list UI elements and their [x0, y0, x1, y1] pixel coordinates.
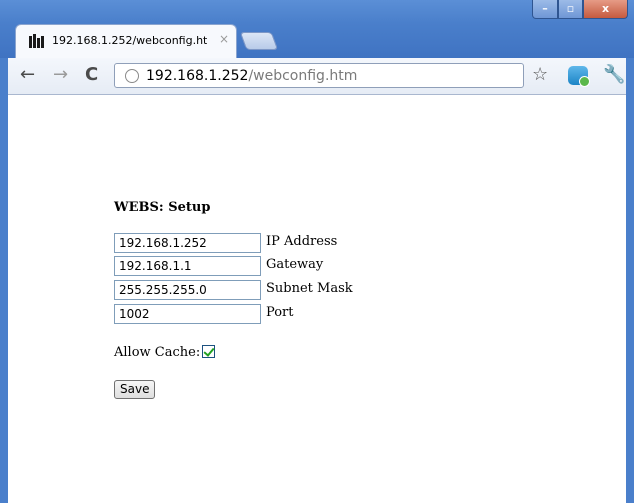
- gateway-input[interactable]: 192.168.1.1: [114, 256, 261, 276]
- address-bar[interactable]: 192.168.1.252/webconfig.htm: [114, 63, 524, 88]
- close-icon: x: [601, 2, 610, 15]
- wrench-menu-icon[interactable]: 🔧: [603, 64, 625, 85]
- minimize-icon: –: [542, 2, 548, 15]
- url-path: /webconfig.htm: [248, 68, 358, 84]
- minimize-button[interactable]: –: [532, 0, 558, 19]
- save-button[interactable]: Save: [114, 380, 156, 399]
- back-icon[interactable]: ←: [20, 64, 35, 86]
- ip-address-label: IP Address: [266, 234, 338, 249]
- browser-tab-active[interactable]: 192.168.1.252/webconfig.htm ×: [15, 24, 237, 58]
- tab-close-icon[interactable]: ×: [219, 32, 229, 46]
- gateway-label: Gateway: [266, 257, 324, 272]
- window-frame-right: [626, 58, 634, 503]
- subnet-mask-input[interactable]: 255.255.255.0: [114, 280, 261, 300]
- allow-cache-checkbox[interactable]: [202, 345, 215, 358]
- tab-title: 192.168.1.252/webconfig.htm: [52, 34, 207, 47]
- ip-address-input[interactable]: 192.168.1.252: [114, 233, 261, 253]
- forward-icon[interactable]: →: [53, 64, 68, 86]
- reload-icon[interactable]: C: [85, 64, 98, 86]
- port-label: Port: [266, 305, 294, 320]
- maximize-button[interactable]: ▫: [558, 0, 583, 19]
- close-window-button[interactable]: x: [583, 0, 628, 19]
- new-tab-button[interactable]: [239, 32, 279, 50]
- maximize-icon: ▫: [566, 2, 575, 15]
- page-title: WEBS: Setup: [114, 200, 211, 215]
- bookmark-star-icon[interactable]: ☆: [532, 64, 548, 85]
- window-frame-left: [0, 58, 8, 503]
- url-host: 192.168.1.252: [146, 68, 249, 84]
- port-input[interactable]: 1002: [114, 304, 261, 324]
- page-content: WEBS: Setup 192.168.1.252 IP Address 192…: [8, 96, 626, 503]
- extension-icon[interactable]: [568, 66, 590, 87]
- address-url: 192.168.1.252/webconfig.htm: [146, 68, 357, 84]
- globe-icon: [125, 69, 139, 83]
- favicon-icon: [29, 34, 45, 48]
- allow-cache-label: Allow Cache:: [114, 345, 201, 360]
- browser-toolbar: ← → C 192.168.1.252/webconfig.htm ☆ 🔧: [8, 58, 626, 95]
- subnet-mask-label: Subnet Mask: [266, 281, 353, 296]
